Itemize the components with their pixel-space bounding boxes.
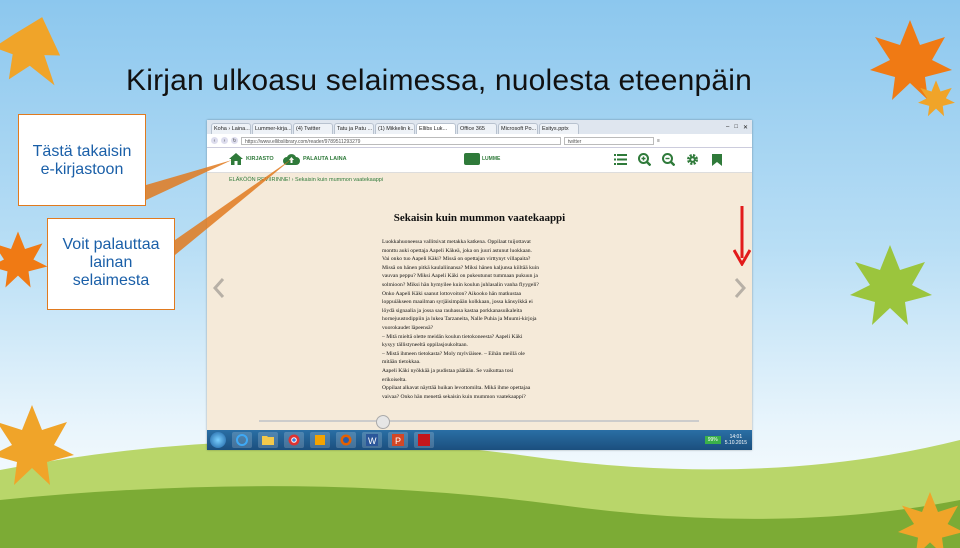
powerpoint-icon[interactable]: P [388, 432, 408, 448]
list-icon[interactable] [613, 152, 628, 167]
chapter-text: Luokkahuoneessa vallitsivat metakka katk… [382, 238, 582, 401]
forward-button[interactable]: › [221, 137, 228, 144]
browser-tab[interactable]: (4) Twitter [293, 123, 333, 134]
breadcrumb-chapter: Sekaisin kuin mummon vaatekaappi [295, 177, 384, 183]
bookmark-icon[interactable] [709, 152, 724, 167]
search-field[interactable]: twitter [564, 136, 654, 145]
breadcrumb-book[interactable]: ELÄKÖÖN REVIIRINNE! [229, 177, 290, 183]
url-field[interactable]: https://www.ellibslibrary.com/reader/978… [241, 136, 561, 145]
text-line: erikoiselta. [382, 376, 407, 383]
text-line: Luokkahuoneessa vallitsivat metakka katk… [382, 239, 531, 245]
slide-title: Kirjan ulkoasu selaimessa, nuolesta etee… [126, 64, 753, 97]
leaf-top-right [870, 20, 952, 100]
leaf-top-left [0, 17, 61, 86]
minimize-button[interactable]: – [726, 124, 729, 131]
text-line: hornejuustodippiin ja lukea Tarzaneita, … [382, 316, 537, 323]
callout-line: Voit palauttaa [62, 236, 160, 253]
browser-tab[interactable]: Microsoft Po... [498, 123, 538, 134]
reader-page: Sekaisin kuin mummon vaatekaappi Luokkah… [207, 192, 752, 422]
tab-bar: Koha › Laina... Lummer-kirja... (4) Twit… [207, 120, 752, 134]
word-icon[interactable]: W [362, 432, 382, 448]
callout-line: lainan [89, 254, 133, 271]
callout-line: selaimesta [72, 272, 150, 289]
library-label: KIRJASTO [246, 156, 274, 162]
zoom-in-icon[interactable] [637, 152, 652, 167]
logo-text: LUMME [482, 156, 501, 162]
reader-toolbar: KIRJASTO PALAUTA LAINA LUMME [207, 148, 752, 173]
close-button[interactable]: ✕ [743, 124, 748, 131]
svg-text:P: P [395, 436, 401, 446]
callout-return-loan: Voit palauttaa lainan selaimesta [47, 218, 175, 310]
next-page-arrow-icon[interactable] [734, 277, 746, 299]
slider-handle[interactable] [376, 415, 391, 429]
browser-tab[interactable]: Esitys.pptx [539, 123, 579, 134]
text-line: monttu auki opettaja Aapeli Käkeä, joka … [382, 247, 532, 254]
browser-window: Koha › Laina... Lummer-kirja... (4) Twit… [207, 120, 752, 450]
text-line: solmioon? Miksi hän hymyilee kuin koulun… [382, 281, 539, 288]
text-line: Aapeli Käki nyökkää ja pudistaa päätään.… [382, 367, 514, 374]
text-line: Onko Aapeli Käki saanut lottovoiton? Aik… [382, 290, 522, 297]
library-button[interactable]: KIRJASTO [229, 153, 274, 165]
breadcrumb: ELÄKÖÖN REVIIRINNE! › Sekaisin kuin mumm… [207, 173, 752, 187]
reload-button[interactable]: ↻ [231, 137, 238, 144]
reading-progress-slider[interactable] [259, 415, 699, 429]
svg-text:W: W [368, 436, 377, 446]
browser-tab[interactable]: Office 365 [457, 123, 497, 134]
text-line: – Mistä ihmeen tietokasta? Moly mylviäis… [382, 350, 525, 357]
home-icon [229, 153, 243, 165]
text-line: vuorokaudet läpeensä? [382, 324, 434, 331]
chapter-title: Sekaisin kuin mummon vaatekaappi [393, 212, 566, 224]
browser-tab-active[interactable]: Ellibs Luk... [416, 123, 456, 134]
windows-taskbar: W P 99% 14:01 5.10.2015 [207, 430, 752, 450]
lumme-logo: LUMME [464, 153, 500, 165]
leaf-left-mid [0, 231, 48, 288]
text-line: mitään tietokkaa. [382, 359, 421, 366]
return-loan-button[interactable]: PALAUTA LAINA [283, 153, 347, 165]
logo-mark [464, 153, 480, 165]
settings-icon[interactable] [685, 152, 700, 167]
menu-icon[interactable]: ≡ [657, 138, 660, 144]
browser-tab[interactable]: Tatu ja Patu ... [334, 123, 374, 134]
cloud-upload-icon [283, 154, 300, 165]
text-line: vauvan peppu? Miksi Aapeli Käki on pukeu… [382, 273, 538, 280]
back-button[interactable]: ‹ [211, 137, 218, 144]
media-icon[interactable] [310, 432, 330, 448]
pdf-reader-icon[interactable] [414, 432, 434, 448]
zoom-out-icon[interactable] [661, 152, 676, 167]
leaf-right-green [850, 245, 932, 325]
chrome-icon[interactable] [284, 432, 304, 448]
callout-line: Tästä takaisin [32, 143, 132, 160]
text-line: Vai onko tuo Aapeli Käki? Missä on opett… [382, 256, 531, 263]
text-line: löydä signaalia ja jossa saa rauhassa ka… [382, 307, 522, 314]
browser-tab[interactable]: Koha › Laina... [211, 123, 251, 134]
window-controls: – □ ✕ [722, 124, 752, 134]
browser-tab[interactable]: (1) Mikkelin k... [375, 123, 415, 134]
previous-page-arrow-icon[interactable] [213, 277, 225, 299]
reader-icons [613, 152, 724, 167]
text-line: kysyy tällistyneeltä oppilasjoukoltaan. [382, 342, 468, 349]
next-page-red-arrow-icon [733, 206, 751, 266]
folder-icon[interactable] [258, 432, 278, 448]
clock-date: 5.10.2015 [724, 440, 747, 446]
system-tray: 99% 14:01 5.10.2015 [704, 434, 752, 446]
callout-line: e-kirjastoon [40, 161, 124, 178]
text-line: Missä on hänen pitkä kaulaliinansa? Miks… [382, 264, 540, 271]
clock[interactable]: 14:01 5.10.2015 [725, 434, 747, 446]
start-button[interactable] [210, 432, 226, 448]
return-loan-label: PALAUTA LAINA [303, 156, 347, 162]
ie-icon[interactable] [232, 432, 252, 448]
browser-tab[interactable]: Lummer-kirja... [252, 123, 292, 134]
address-bar-row: ‹ › ↻ https://www.ellibslibrary.com/read… [207, 134, 752, 148]
maximize-button[interactable]: □ [734, 124, 738, 131]
text-line: loppuiäkseen maailman syrjäisimpään kolk… [382, 299, 533, 306]
text-line: Oppilaat alkavat näyttää huikan levottom… [382, 385, 531, 392]
firefox-icon[interactable] [336, 432, 356, 448]
text-line: vaivaa? Onko hän menettä sekaisin kuin m… [382, 393, 526, 400]
callout-back-to-library: Tästä takaisin e-kirjastoon [18, 114, 146, 206]
battery-indicator[interactable]: 99% [704, 436, 721, 444]
text-line: – Mitä mieltä olette meidän koulun tieto… [382, 333, 523, 340]
